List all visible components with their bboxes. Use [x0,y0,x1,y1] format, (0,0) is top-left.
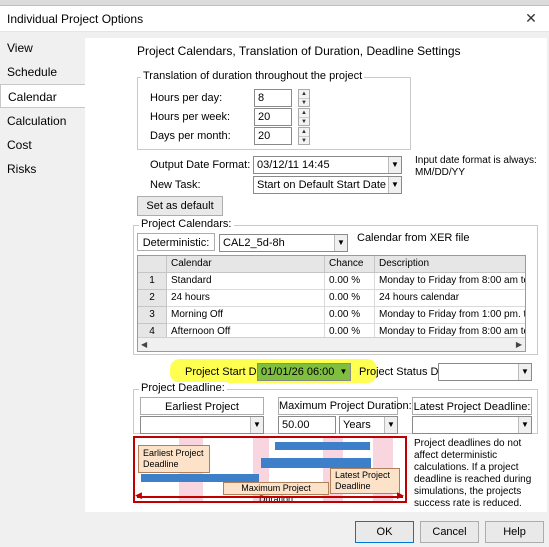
chevron-down-icon: ▼ [337,364,350,380]
latest-deadline-tag: Latest Project Deadline [330,468,400,494]
table-row[interactable]: 1 Standard 0.00 % Monday to Friday from … [138,273,525,290]
row-number: 1 [138,273,167,290]
column-header-description[interactable]: Description [375,256,525,273]
project-deadline-title: Project Deadline: [139,382,227,394]
page-title: Project Calendars, Translation of Durati… [137,44,461,58]
hours-per-week-input[interactable]: 20 [254,108,292,126]
xer-calendar-note: Calendar from XER file [357,232,470,244]
new-task-select[interactable]: Start on Default Start Date ▼ [253,176,402,194]
calendar-cell: 24 hours [167,290,325,307]
description-cell: 24 hours calendar [375,290,525,307]
dialog-titlebar: Individual Project Options ✕ [0,6,549,32]
deterministic-calendar-value: CAL2_5d-8h [223,237,285,249]
sidebar-item-view[interactable]: View [0,36,85,60]
output-date-format-select[interactable]: 03/12/11 14:45 ▼ [253,156,402,174]
hours-per-week-label: Hours per week: [150,111,231,123]
corner-cell [138,256,167,273]
new-task-label: New Task: [150,179,201,191]
table-header: Calendar Chance Description [138,256,525,273]
deadline-note: Project deadlines do not affect determin… [414,438,532,509]
horizontal-scrollbar[interactable]: ◀ ▶ [138,337,525,351]
chevron-down-icon: ▼ [518,364,531,380]
ok-button[interactable]: OK [355,521,414,543]
cancel-button[interactable]: Cancel [420,521,479,543]
gantt-bar [261,458,371,468]
set-as-default-button[interactable]: Set as default [137,196,223,216]
column-header-calendar[interactable]: Calendar [167,256,325,273]
output-date-format-value: 03/12/11 14:45 [257,159,330,171]
duration-arrow-line [137,496,403,498]
chevron-down-icon: ▼ [384,417,397,433]
help-button[interactable]: Help [485,521,544,543]
dialog-title: Individual Project Options [7,12,144,26]
description-cell: Monday to Friday from 1:00 pm. to 5:0 [375,307,525,324]
chevron-right-icon[interactable]: ▶ [516,340,522,349]
sidebar-item-calendar[interactable]: Calendar [0,84,85,108]
project-calendars-title: Project Calendars: [139,218,234,230]
duration-unit-value: Years [343,419,371,431]
output-date-format-label: Output Date Format: [150,159,251,171]
deterministic-button[interactable]: Deterministic: [137,233,215,251]
row-number: 3 [138,307,167,324]
column-header-chance[interactable]: Chance [325,256,375,273]
chevron-down-icon: ▼ [250,417,263,433]
latest-deadline-picker[interactable]: ▼ [412,416,532,434]
arrow-right-icon: ▶ [397,490,404,500]
chance-cell: 0.00 % [325,273,375,290]
new-task-value: Start on Default Start Date [257,179,387,191]
days-per-month-label: Days per month: [150,130,231,142]
duration-unit-select[interactable]: Years ▼ [339,416,398,434]
calendar-cell: Morning Off [167,307,325,324]
hours-per-day-stepper[interactable]: ▲ ▼ [298,89,310,107]
days-per-month-input[interactable]: 20 [254,127,292,145]
chevron-left-icon[interactable]: ◀ [141,340,147,349]
chance-cell: 0.00 % [325,307,375,324]
translation-group-title: Translation of duration throughout the p… [141,70,365,82]
gantt-bar [275,442,370,450]
gantt-bar [141,474,259,482]
project-start-date-value: 01/01/26 06:00 [261,366,335,378]
sidebar-item-cost[interactable]: Cost [0,133,85,157]
calendar-cell: Standard [167,273,325,290]
project-status-date-picker[interactable]: ▼ [438,363,532,381]
max-duration-tag: Maximum Project Duration [223,482,329,501]
hours-per-day-label: Hours per day: [150,92,223,104]
sidebar-item-schedule[interactable]: Schedule [0,60,85,84]
latest-deadline-button[interactable]: Latest Project Deadline: [412,397,532,415]
deadline-diagram: Earliest Project Deadline Latest Project… [133,436,407,503]
table-row[interactable]: 2 24 hours 0.00 % 24 hours calendar [138,290,525,307]
earliest-deadline-picker[interactable]: ▼ [140,416,264,434]
chevron-down-icon: ▼ [334,235,347,251]
table-row[interactable]: 3 Morning Off 0.00 % Monday to Friday fr… [138,307,525,324]
days-per-month-stepper[interactable]: ▲ ▼ [298,127,310,145]
chance-cell: 0.00 % [325,290,375,307]
max-duration-input[interactable]: 50.00 [278,416,336,434]
input-date-format-hint: Input date format is always: MM/DD/YY [415,155,537,178]
arrow-left-icon: ◀ [135,490,142,500]
calendars-table: Calendar Chance Description 1 Standard 0… [137,255,526,352]
hours-per-week-stepper[interactable]: ▲ ▼ [298,108,310,126]
hours-per-day-input[interactable]: 8 [254,89,292,107]
sidebar: View Schedule Calendar Calculation Cost … [0,32,85,512]
deterministic-calendar-select[interactable]: CAL2_5d-8h ▼ [219,234,348,252]
chevron-down-icon: ▼ [518,417,531,433]
close-icon[interactable]: ✕ [519,7,543,29]
chevron-down-icon: ▼ [388,177,401,193]
sidebar-item-calculation[interactable]: Calculation [0,109,85,133]
earliest-deadline-tag: Earliest Project Deadline [138,445,210,473]
project-start-date-picker[interactable]: 01/01/26 06:00 ▼ [257,363,351,381]
description-cell: Monday to Friday from 8:00 am to 12: [375,273,525,290]
row-number: 2 [138,290,167,307]
chevron-down-icon: ▼ [388,157,401,173]
max-duration-label: Maximum Project Duration: [278,397,412,415]
sidebar-item-risks[interactable]: Risks [0,157,85,181]
earliest-deadline-button[interactable]: Earliest Project Deadline: [140,397,264,431]
